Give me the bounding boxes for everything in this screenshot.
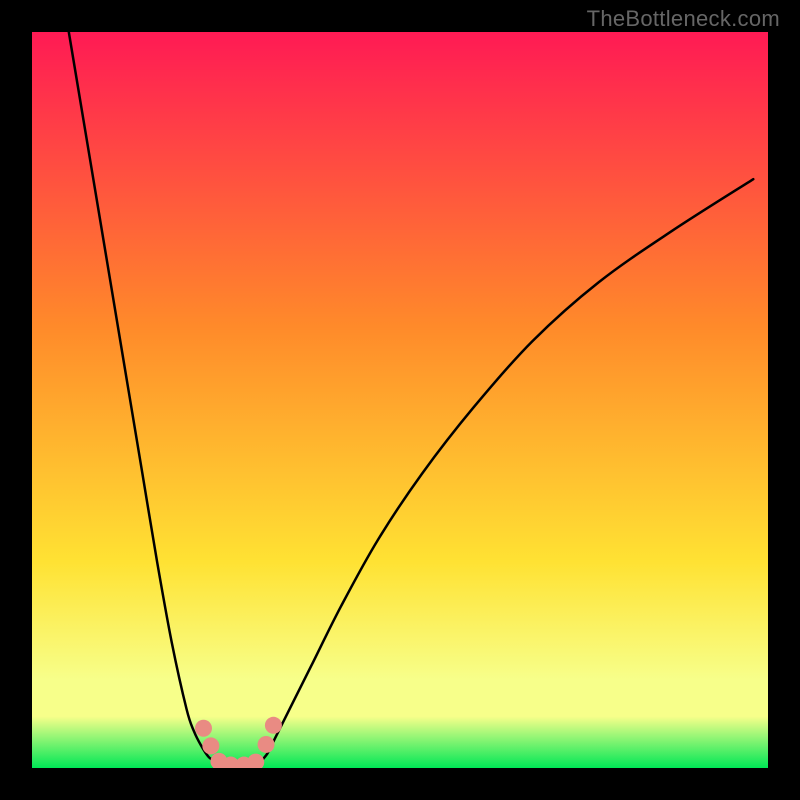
- chart-svg: [32, 32, 768, 768]
- chart-frame: TheBottleneck.com: [0, 0, 800, 800]
- dot-right-lower: [258, 736, 275, 753]
- dot-left-lower: [202, 737, 219, 754]
- gradient-background: [32, 32, 768, 768]
- watermark-text: TheBottleneck.com: [587, 6, 780, 32]
- dot-left-upper: [195, 720, 212, 737]
- plot-area: [32, 32, 768, 768]
- dot-right-upper: [265, 717, 282, 734]
